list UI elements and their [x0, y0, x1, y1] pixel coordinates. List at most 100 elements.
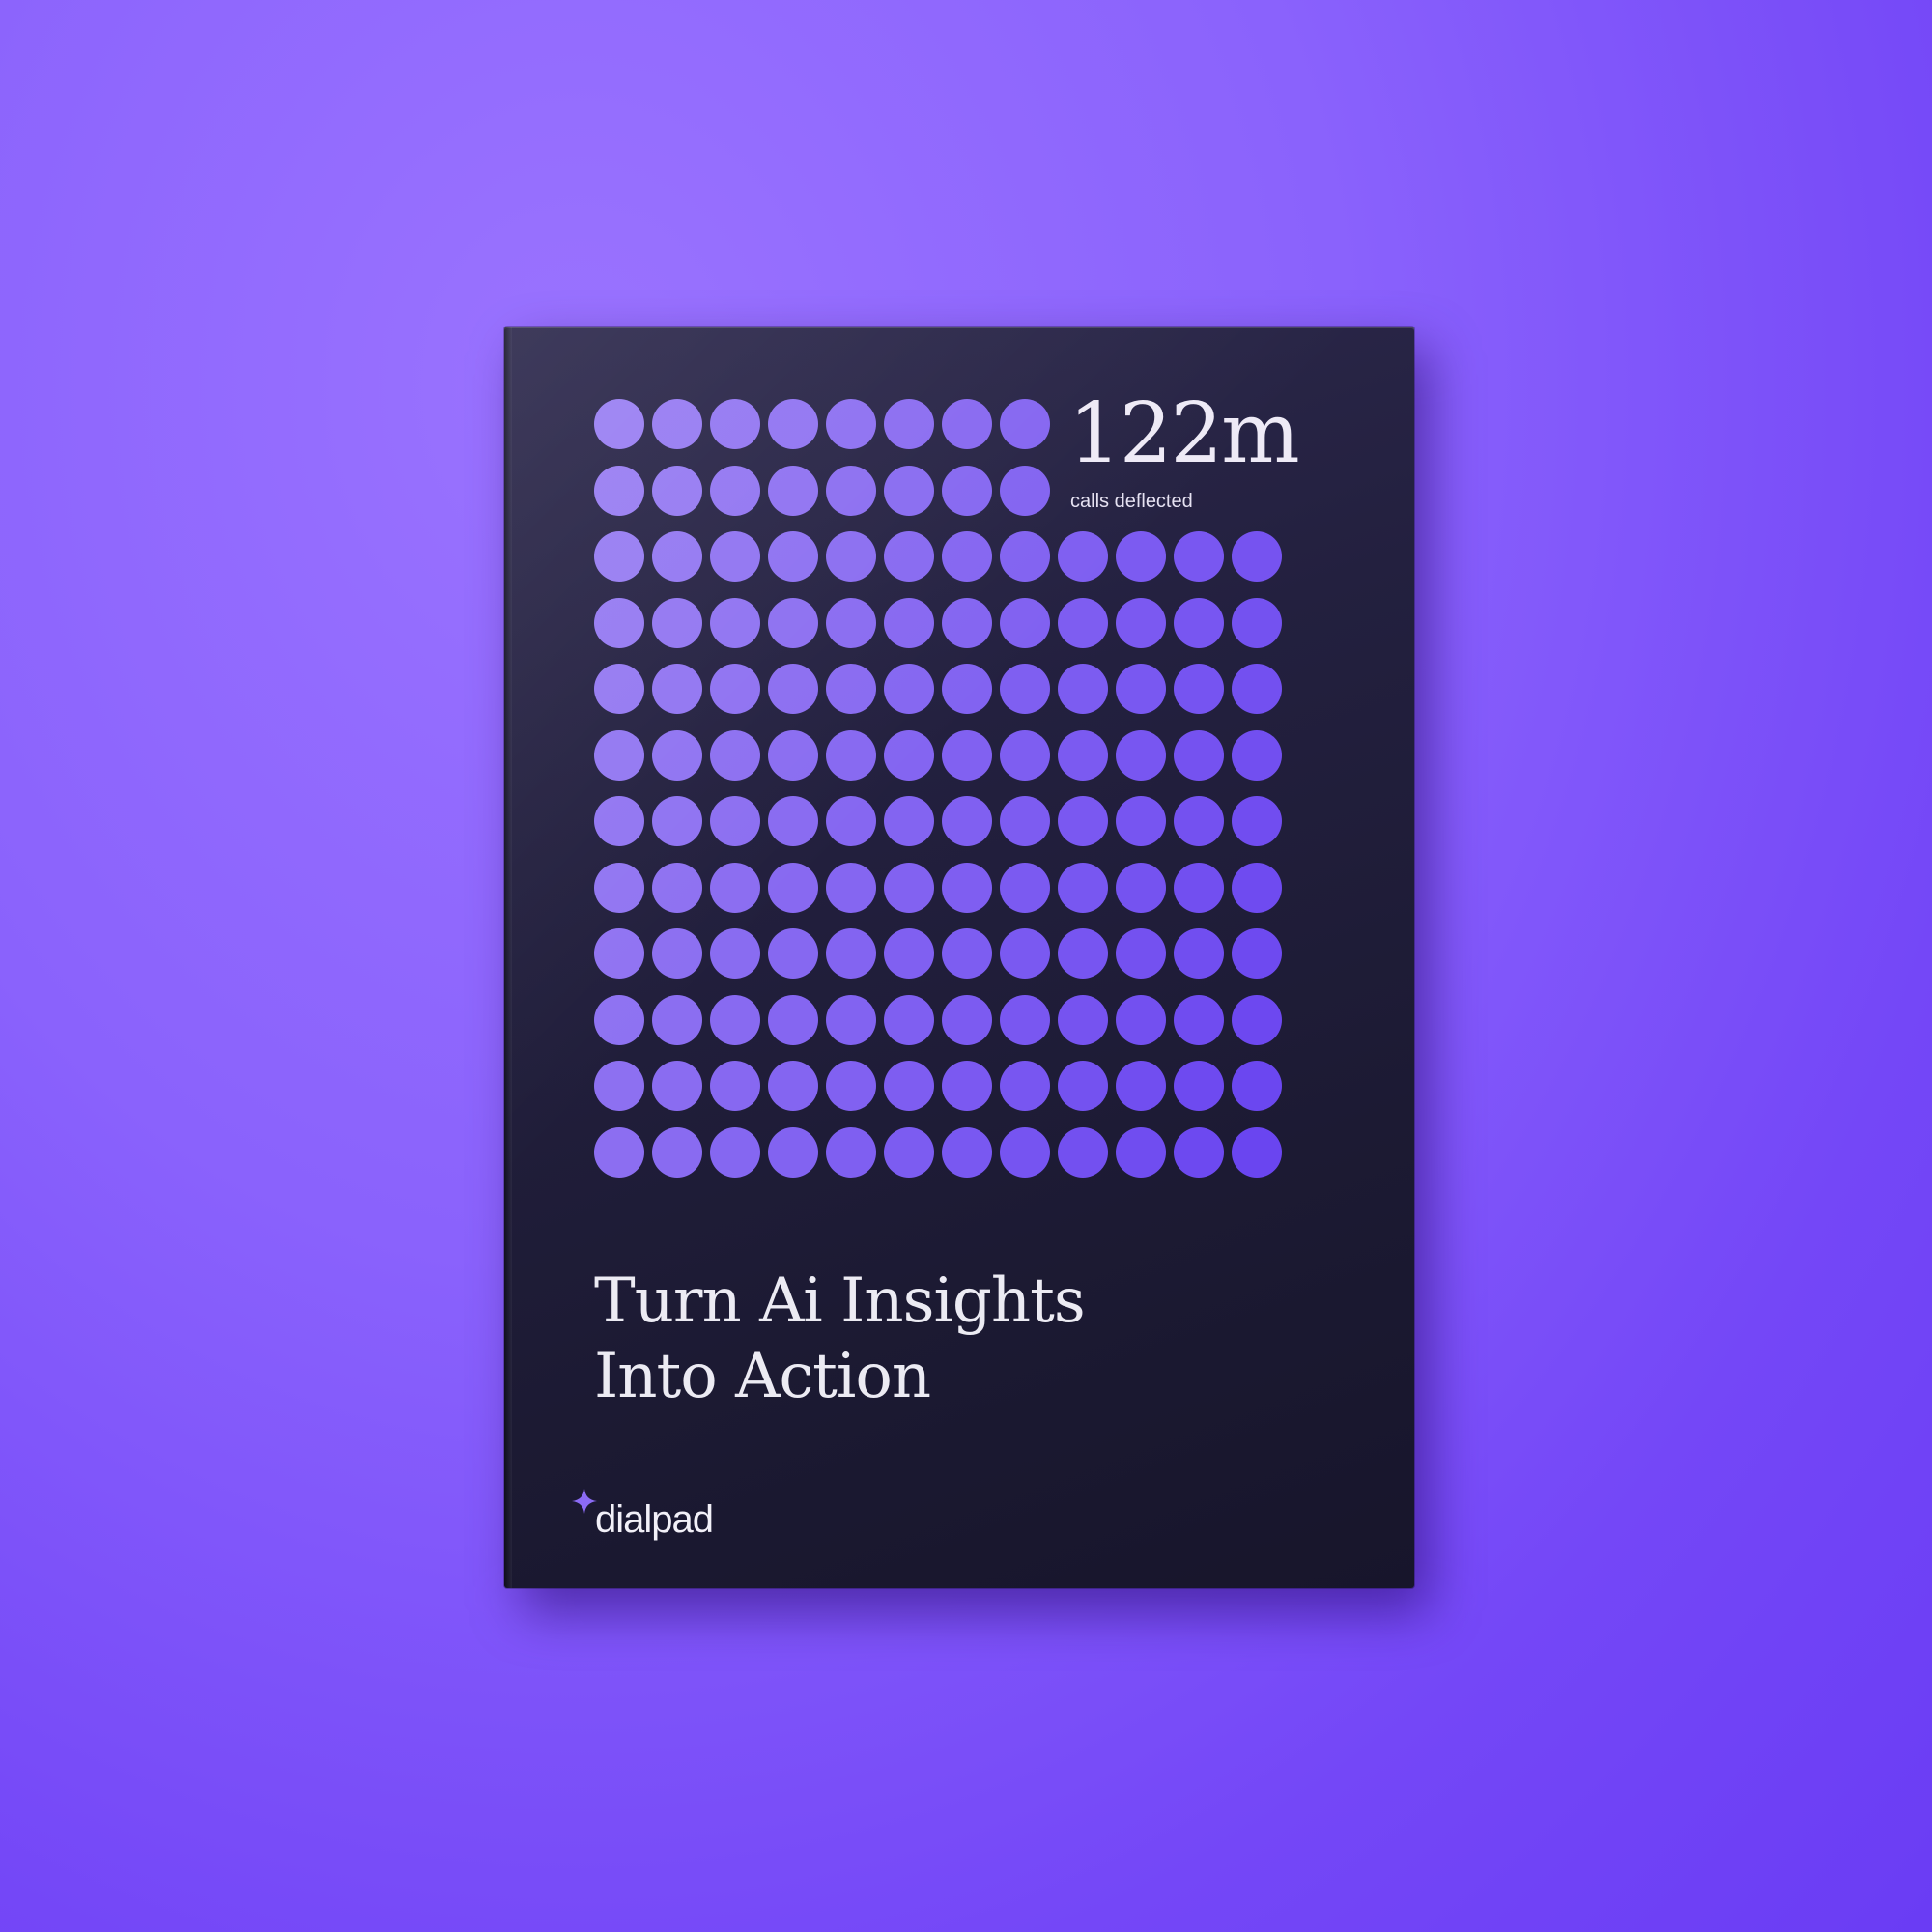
grid-dot [652, 597, 702, 648]
grid-dot [1116, 664, 1166, 714]
grid-dot [942, 862, 992, 913]
grid-dot [652, 399, 702, 449]
grid-dot [710, 664, 760, 714]
grid-dot [1058, 531, 1108, 582]
grid-dot [826, 597, 876, 648]
grid-dot [884, 664, 934, 714]
grid-dot [768, 1061, 818, 1111]
grid-dot [710, 1126, 760, 1178]
grid-dot [942, 796, 992, 846]
grid-dot [826, 862, 876, 913]
grid-dot [1232, 862, 1282, 913]
grid-dot [1116, 862, 1166, 913]
grid-dot [1058, 664, 1108, 714]
grid-dot [826, 796, 876, 846]
grid-dot [942, 1061, 992, 1111]
grid-dot [1058, 1126, 1108, 1178]
grid-dot [1232, 994, 1282, 1045]
grid-dot [884, 399, 934, 449]
cover-title-line-2: Into Action [594, 1341, 931, 1412]
grid-dot [826, 1061, 876, 1111]
grid-dot [710, 994, 760, 1045]
grid-dot [1174, 994, 1224, 1045]
grid-dot [594, 399, 644, 449]
grid-dot [1000, 664, 1050, 714]
grid-dot [594, 1061, 644, 1111]
grid-dot [594, 1126, 644, 1178]
grid-dot [1174, 862, 1224, 913]
grid-dot [826, 399, 876, 449]
grid-dot [1000, 465, 1050, 516]
grid-dot [1174, 531, 1224, 582]
grid-dot [1174, 796, 1224, 846]
grid-dot [652, 465, 702, 516]
grid-dot [1058, 597, 1108, 648]
grid-dot [1232, 664, 1282, 714]
grid-dot [884, 862, 934, 913]
cover-title-line-1: Turn Ai Insights [594, 1265, 1086, 1337]
grid-dot [1058, 994, 1108, 1045]
grid-dot [768, 796, 818, 846]
grid-dot [1058, 1061, 1108, 1111]
grid-dot [1174, 1126, 1224, 1178]
grid-dot [1232, 597, 1282, 648]
grid-dot [826, 465, 876, 516]
grid-dot [942, 399, 992, 449]
grid-dot [1174, 729, 1224, 781]
grid-dot [1116, 597, 1166, 648]
grid-dot [826, 531, 876, 582]
grid-dot [768, 465, 818, 516]
grid-dot [1058, 729, 1108, 781]
grid-dot [710, 1061, 760, 1111]
grid-dot [1232, 729, 1282, 781]
grid-dot [652, 1061, 702, 1111]
grid-dot [768, 1126, 818, 1178]
grid-dot [884, 994, 934, 1045]
grid-dot [768, 729, 818, 781]
grid-dot [1058, 862, 1108, 913]
grid-dot [826, 994, 876, 1045]
grid-dot [594, 928, 644, 979]
grid-dot [652, 994, 702, 1045]
grid-dot [884, 1061, 934, 1111]
grid-dot [652, 1126, 702, 1178]
grid-dot [652, 796, 702, 846]
grid-dot [884, 597, 934, 648]
grid-dot [710, 928, 760, 979]
grid-dot [826, 1126, 876, 1178]
grid-dot [710, 399, 760, 449]
grid-dot [942, 1126, 992, 1178]
grid-dot [1000, 597, 1050, 648]
grid-dot [652, 729, 702, 781]
grid-dot [1174, 664, 1224, 714]
grid-dot [942, 597, 992, 648]
grid-dot [768, 399, 818, 449]
grid-dot [942, 928, 992, 979]
grid-dot [1000, 399, 1050, 449]
grid-dot [594, 597, 644, 648]
grid-dot [942, 664, 992, 714]
grid-dot [768, 531, 818, 582]
grid-dot [1058, 928, 1108, 979]
cover-title: Turn Ai Insights Into Action [594, 1264, 1086, 1414]
book-cover: 122m calls deflected Turn Ai Insights In… [504, 327, 1414, 1588]
grid-dot [884, 531, 934, 582]
grid-dot [594, 796, 644, 846]
stat-label: calls deflected [1070, 491, 1193, 512]
grid-dot [710, 862, 760, 913]
grid-dot [594, 862, 644, 913]
grid-dot [1116, 1126, 1166, 1178]
grid-dot [768, 862, 818, 913]
grid-dot [594, 664, 644, 714]
grid-dot [594, 729, 644, 781]
grid-dot [1000, 1126, 1050, 1178]
grid-dot [1000, 862, 1050, 913]
grid-dot [884, 1126, 934, 1178]
grid-dot [884, 928, 934, 979]
grid-dot [1116, 796, 1166, 846]
grid-dot [1232, 796, 1282, 846]
grid-dot [1116, 729, 1166, 781]
grid-dot [1000, 994, 1050, 1045]
grid-dot [826, 729, 876, 781]
grid-dot [1000, 1061, 1050, 1111]
